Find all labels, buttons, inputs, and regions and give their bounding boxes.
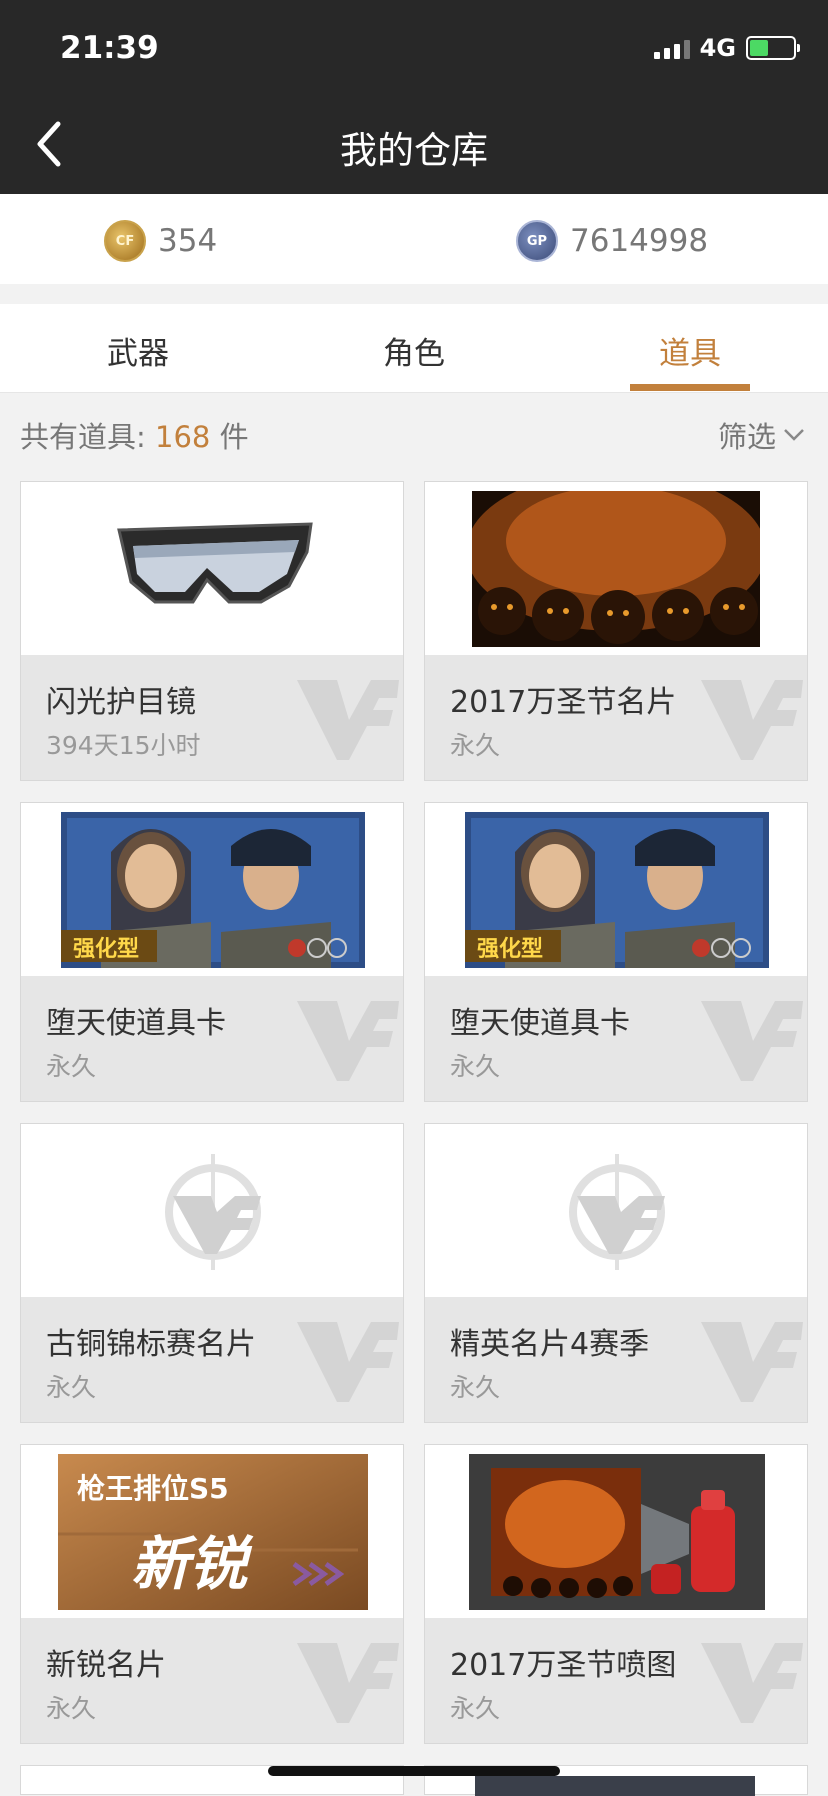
item-duration: 永久 xyxy=(450,731,501,760)
filter-label: 筛选 xyxy=(717,420,776,454)
cf-watermark-icon xyxy=(701,680,803,760)
cf-watermark-icon xyxy=(297,1643,399,1723)
cf-watermark-icon xyxy=(701,1643,803,1723)
item-count: 共有道具: 168 件 xyxy=(20,414,249,456)
item-image xyxy=(425,482,807,655)
item-image: 枪王排位S5 新锐 xyxy=(21,1445,403,1618)
halloween-card-image xyxy=(472,491,760,647)
item-name: 堕天使道具卡 xyxy=(450,1006,630,1041)
cf-watermark-icon xyxy=(701,1322,803,1402)
item-card[interactable]: 2017万圣节喷图 永久 xyxy=(424,1444,808,1744)
filter-button[interactable]: 筛选 xyxy=(718,414,806,456)
item-name: 闪光护目镜 xyxy=(46,685,196,720)
currency-bar: CF 354 GP 7614998 xyxy=(0,194,828,284)
tab-characters[interactable]: 角色 xyxy=(314,328,514,373)
placeholder-logo-icon xyxy=(569,1154,665,1270)
item-name: 古铜锦标赛名片 xyxy=(46,1327,256,1362)
signal-icon xyxy=(653,37,690,59)
item-card[interactable]: 强化型 堕天使道具卡 永久 xyxy=(20,802,404,1102)
item-duration: 永久 xyxy=(450,1052,501,1081)
enhanced-label: 强化型 xyxy=(73,937,140,962)
item-name: 新锐名片 xyxy=(46,1648,166,1683)
gp-coin-icon: GP xyxy=(516,220,558,262)
active-tab-indicator xyxy=(630,384,750,391)
item-card[interactable]: 枪王排位S5 新锐 新锐名片 永久 xyxy=(20,1444,404,1744)
item-duration: 永久 xyxy=(450,1694,501,1723)
item-image xyxy=(21,482,403,655)
cf-balance: CF 354 xyxy=(104,220,217,262)
item-name: 堕天使道具卡 xyxy=(46,1006,226,1041)
item-image xyxy=(21,1124,403,1297)
battery-icon xyxy=(746,36,800,60)
item-card[interactable]: 精英名片4赛季 永久 xyxy=(424,1123,808,1423)
item-duration: 394天15小时 xyxy=(46,731,201,760)
item-card[interactable]: 2017万圣节名片 永久 xyxy=(424,481,808,781)
item-duration: 永久 xyxy=(450,1373,501,1402)
network-label: 4G xyxy=(699,34,736,62)
tab-weapons[interactable]: 武器 xyxy=(38,328,238,373)
cf-watermark-icon xyxy=(297,1001,399,1081)
cf-amount: 354 xyxy=(158,223,218,259)
item-count-number: 168 xyxy=(155,420,211,454)
item-duration: 永久 xyxy=(46,1694,97,1723)
item-duration: 永久 xyxy=(46,1052,97,1081)
cf-watermark-icon xyxy=(701,1001,803,1081)
item-card[interactable]: 古铜锦标赛名片 永久 xyxy=(20,1123,404,1423)
cf-watermark-icon xyxy=(297,680,399,760)
tab-items[interactable]: 道具 xyxy=(590,328,790,373)
category-tabs: 武器 角色 道具 xyxy=(0,304,828,393)
home-indicator[interactable] xyxy=(268,1766,560,1776)
cf-watermark-icon xyxy=(297,1322,399,1402)
item-image xyxy=(425,1124,807,1297)
item-card[interactable]: 强化型 堕天使道具卡 永久 xyxy=(424,802,808,1102)
item-count-prefix: 共有道具: xyxy=(20,420,146,454)
halloween-spray-image xyxy=(469,1454,765,1610)
item-name: 2017万圣节名片 xyxy=(450,685,677,720)
item-image: 强化型 xyxy=(21,803,403,976)
status-time: 21:39 xyxy=(60,30,159,66)
goggles-image xyxy=(117,522,313,604)
item-card[interactable]: 闪光护目镜 394天15小时 xyxy=(20,481,404,781)
cf-coin-icon: CF xyxy=(104,220,146,262)
item-image: 强化型 xyxy=(425,803,807,976)
item-name: 2017万圣节喷图 xyxy=(450,1648,677,1683)
item-name: 精英名片4赛季 xyxy=(450,1327,650,1362)
gp-balance: GP 7614998 xyxy=(516,220,708,262)
rookie-line1-label: 枪王排位S5 xyxy=(77,1472,229,1505)
item-count-unit: 件 xyxy=(219,420,249,454)
page-title: 我的仓库 xyxy=(340,129,488,172)
item-duration: 永久 xyxy=(46,1373,97,1402)
placeholder-logo-icon xyxy=(165,1154,261,1270)
item-image xyxy=(425,1445,807,1618)
top-bar: 21:39 4G 我的仓库 xyxy=(0,0,828,194)
rookie-line2-label: 新锐 xyxy=(131,1530,248,1598)
status-indicators: 4G xyxy=(653,34,800,62)
gp-amount: 7614998 xyxy=(570,223,709,259)
enhanced-label: 强化型 xyxy=(477,937,544,962)
item-image xyxy=(475,1776,755,1796)
chevron-down-icon xyxy=(784,429,804,441)
